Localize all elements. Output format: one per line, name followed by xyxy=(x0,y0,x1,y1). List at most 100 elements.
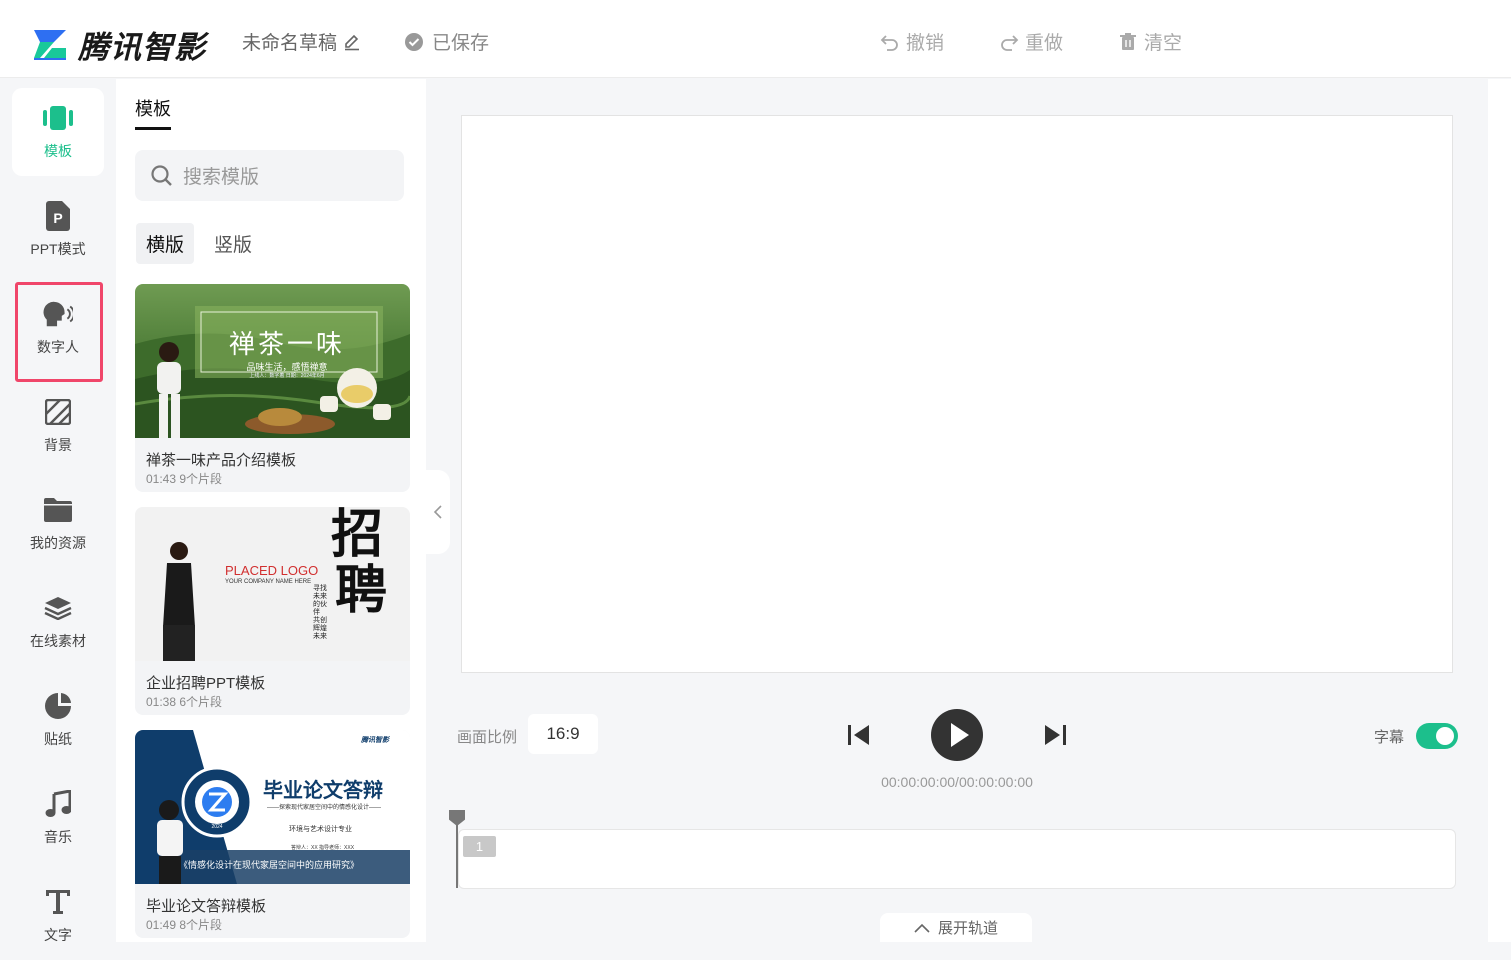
card-title: 毕业论文答辩模板 xyxy=(146,898,267,915)
app-logo[interactable]: 腾讯智影 xyxy=(32,22,206,67)
thumb-year: 2024 xyxy=(211,824,223,830)
card-meta: 01:43 9个片段 xyxy=(146,472,223,486)
play-icon xyxy=(931,709,983,761)
template-icon xyxy=(43,103,73,133)
thumb-heading: 禅茶一味 xyxy=(228,330,345,360)
ratio-select[interactable]: 16:9 xyxy=(528,714,598,754)
logo-text: 腾讯智影 xyxy=(78,30,206,66)
skip-forward-icon xyxy=(1045,725,1066,745)
template-thumbnail: 禅茶一味 品味生活，感悟禅意 上线人：数字着 日期：2024年6月 xyxy=(135,284,410,438)
thumb-topic: 《情感化设计在现代家居空间中的应用研究》 xyxy=(179,860,360,870)
thumb-heading: 毕业论文答辩 xyxy=(263,778,383,802)
skip-back-icon xyxy=(848,725,869,745)
chevron-left-icon xyxy=(433,505,442,519)
draft-name[interactable]: 未命名草稿 xyxy=(242,28,361,55)
save-status-label: 已保存 xyxy=(432,33,490,54)
edit-icon[interactable] xyxy=(343,33,361,51)
thumb-company: YOUR COMPANY NAME HERE xyxy=(225,579,312,585)
tab-vertical[interactable]: 竖版 xyxy=(204,223,262,264)
search-input[interactable]: 搜索模版 xyxy=(135,150,404,201)
template-thumbnail: PLACED LOGO YOUR COMPANY NAME HERE 招 聘 寻… xyxy=(135,507,410,661)
redo-button[interactable]: 重做 xyxy=(999,28,1063,55)
save-status: 已保存 xyxy=(404,28,489,55)
sidebar-item-background[interactable]: 背景 xyxy=(12,382,104,470)
tab-template[interactable]: 模板 xyxy=(135,95,171,121)
selection-highlight xyxy=(15,282,103,382)
card-title: 禅茶一味产品介绍模板 xyxy=(146,452,297,469)
check-circle-icon xyxy=(405,32,423,51)
timecode: 00:00:00:00/00:00:00:00 xyxy=(881,774,1033,790)
sidebar-item-label: PPT模式 xyxy=(30,241,86,257)
undo-label: 撤销 xyxy=(906,33,945,54)
sticker-icon xyxy=(43,691,73,721)
sidebar-item-text[interactable]: 文字 xyxy=(12,872,104,960)
playhead-line xyxy=(456,822,458,888)
clear-label: 清空 xyxy=(1144,33,1183,54)
clip-number-badge: 1 xyxy=(463,836,496,857)
card-meta: 01:38 6个片段 xyxy=(146,695,223,709)
skip-back-button[interactable] xyxy=(846,723,872,752)
right-panel xyxy=(1488,79,1511,942)
thumb-vertical: 寻找未来的伙伴 共创辉煌未来 xyxy=(313,585,327,640)
folder-icon xyxy=(43,495,73,525)
timeline-track[interactable]: 1 xyxy=(458,829,1456,889)
sidebar-item-template[interactable]: 模板 xyxy=(12,88,104,176)
thumb-people: 答辩人：XX 指导老师：XXX xyxy=(291,845,355,851)
chevron-up-icon xyxy=(914,923,930,933)
clear-button[interactable]: 清空 xyxy=(1118,28,1182,55)
redo-label: 重做 xyxy=(1025,33,1064,54)
thumb-big-1: 招 xyxy=(331,507,384,565)
ppt-icon: P xyxy=(43,201,73,231)
sidebar-item-label: 背景 xyxy=(44,437,72,453)
play-button[interactable] xyxy=(930,708,984,767)
left-sidebar: 模板 P PPT模式 数字人 背景 我的资源 在线素材 贴纸 音乐 文字 xyxy=(0,79,116,943)
logo-mark-icon xyxy=(34,29,66,60)
expand-tracks-button[interactable]: 展开轨道 xyxy=(880,913,1032,942)
sidebar-item-label: 音乐 xyxy=(44,829,72,845)
text-icon xyxy=(43,887,73,917)
sidebar-item-online-assets[interactable]: 在线素材 xyxy=(12,578,104,666)
template-thumbnail: 腾讯智影 2024 毕业论文答辩 ——探索现代家居空间中的情感化设计—— 环境与… xyxy=(135,730,410,884)
template-panel: 模板 搜索模版 横版 竖版 禅茶一味 品味生活，感悟禅意 上线人：数字着 日期：… xyxy=(116,79,426,942)
sidebar-item-label: 模板 xyxy=(44,143,72,159)
search-icon xyxy=(151,164,172,186)
playhead-handle[interactable] xyxy=(449,810,465,826)
preview-canvas[interactable] xyxy=(461,115,1453,673)
top-bar: 腾讯智影 未命名草稿 已保存 撤销 重做 清空 xyxy=(0,0,1511,78)
thumb-brand: 腾讯智影 xyxy=(361,737,389,744)
template-card-thesis[interactable]: 腾讯智影 2024 毕业论文答辩 ——探索现代家居空间中的情感化设计—— 环境与… xyxy=(135,730,410,938)
draft-name-label: 未命名草稿 xyxy=(242,33,338,54)
tab-horizontal[interactable]: 横版 xyxy=(136,223,195,264)
thumb-sub: ——探索现代家居空间中的情感化设计—— xyxy=(267,805,382,811)
sidebar-item-label: 贴纸 xyxy=(44,731,72,747)
sidebar-item-label: 我的资源 xyxy=(30,535,86,551)
panel-collapse-button[interactable] xyxy=(426,470,450,554)
tab-underline xyxy=(135,127,171,130)
sidebar-item-my-resources[interactable]: 我的资源 xyxy=(12,480,104,568)
thumb-logo: PLACED LOGO xyxy=(225,563,319,578)
sidebar-item-ppt[interactable]: P PPT模式 xyxy=(12,186,104,274)
sidebar-item-music[interactable]: 音乐 xyxy=(12,774,104,862)
sidebar-item-sticker[interactable]: 贴纸 xyxy=(12,676,104,764)
layers-icon xyxy=(43,593,73,623)
skip-forward-button[interactable] xyxy=(1042,723,1068,752)
thumb-small: 上线人：数字着 日期：2024年6月 xyxy=(249,373,325,379)
background-icon xyxy=(43,397,73,427)
trash-icon xyxy=(1120,32,1136,50)
ratio-label: 画面比例 xyxy=(457,729,518,746)
svg-text:P: P xyxy=(53,210,62,226)
sidebar-item-label: 文字 xyxy=(44,927,72,943)
thumb-big-2: 聘 xyxy=(335,560,388,621)
undo-icon xyxy=(880,34,898,51)
redo-icon xyxy=(1001,34,1019,51)
thumb-dept: 环境与艺术设计专业 xyxy=(289,826,352,833)
template-card-recruit[interactable]: PLACED LOGO YOUR COMPANY NAME HERE 招 聘 寻… xyxy=(135,507,410,715)
template-card-tea[interactable]: 禅茶一味 品味生活，感悟禅意 上线人：数字着 日期：2024年6月 禅茶一味产品… xyxy=(135,284,410,492)
expand-tracks-label: 展开轨道 xyxy=(937,920,998,937)
undo-button[interactable]: 撤销 xyxy=(880,28,944,55)
music-icon xyxy=(43,789,73,819)
sidebar-item-label: 在线素材 xyxy=(30,633,86,649)
subtitle-toggle[interactable] xyxy=(1416,723,1458,749)
subtitle-label: 字幕 xyxy=(1374,729,1405,746)
search-placeholder: 搜索模版 xyxy=(183,167,260,188)
